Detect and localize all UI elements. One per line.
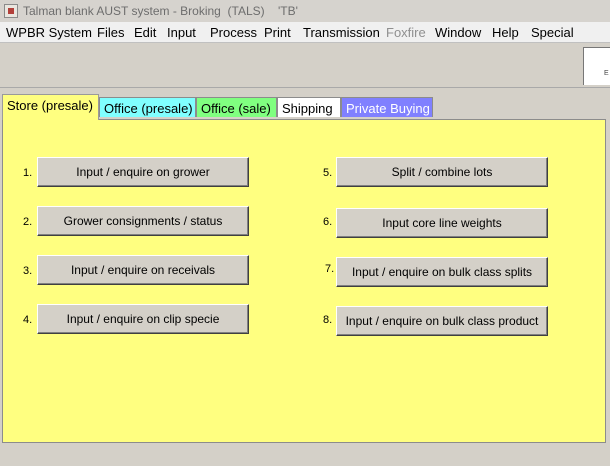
item-number: 5. <box>323 167 333 179</box>
item-number: 4. <box>23 314 33 326</box>
input-enquire-grower-button[interactable]: Input / enquire on grower <box>37 157 249 187</box>
input-enquire-receivals-button[interactable]: Input / enquire on receivals <box>37 255 249 285</box>
item-number: 3. <box>23 265 33 277</box>
menu-window[interactable]: Window <box>435 25 481 40</box>
tab-store-presale[interactable]: Store (presale) <box>2 94 99 120</box>
store-presale-panel: 1. Input / enquire on grower 2. Grower c… <box>2 119 606 443</box>
toolbar-panel: E <box>583 47 610 85</box>
item-number: 7. <box>325 263 335 275</box>
menu-special[interactable]: Special <box>531 25 574 40</box>
menu-process[interactable]: Process <box>210 25 257 40</box>
menu-input[interactable]: Input <box>167 25 196 40</box>
grower-consignments-status-button[interactable]: Grower consignments / status <box>37 206 249 236</box>
menu-foxfire: Foxfire <box>386 25 426 40</box>
input-core-line-weights-button[interactable]: Input core line weights <box>336 208 548 238</box>
menu-edit[interactable]: Edit <box>134 25 156 40</box>
toolbar: E <box>0 42 610 88</box>
input-enquire-clip-specie-button[interactable]: Input / enquire on clip specie <box>37 304 249 334</box>
tab-office-sale[interactable]: Office (sale) <box>196 97 277 117</box>
tab-strip: Store (presale) Office (presale) Office … <box>0 94 610 120</box>
menu-help[interactable]: Help <box>492 25 519 40</box>
window-title: Talman blank AUST system - Broking (TALS… <box>23 4 298 18</box>
input-enquire-bulk-class-product-button[interactable]: Input / enquire on bulk class product <box>336 306 548 336</box>
menu-wpbr-system[interactable]: WPBR System <box>6 25 92 40</box>
item-number: 2. <box>23 216 33 228</box>
menu-files[interactable]: Files <box>97 25 124 40</box>
toolbar-panel-text: E <box>604 70 609 77</box>
tab-office-presale[interactable]: Office (presale) <box>99 97 196 117</box>
title-bar: Talman blank AUST system - Broking (TALS… <box>0 0 610 22</box>
item-number: 1. <box>23 167 33 179</box>
menu-transmission[interactable]: Transmission <box>303 25 380 40</box>
menu-print[interactable]: Print <box>264 25 291 40</box>
app-icon <box>4 4 18 18</box>
item-number: 8. <box>323 314 333 326</box>
item-number: 6. <box>323 216 333 228</box>
input-enquire-bulk-class-splits-button[interactable]: Input / enquire on bulk class splits <box>336 257 548 287</box>
tab-private-buying[interactable]: Private Buying <box>341 97 433 117</box>
split-combine-lots-button[interactable]: Split / combine lots <box>336 157 548 187</box>
tab-shipping[interactable]: Shipping <box>277 97 341 117</box>
menu-bar: WPBR System Files Edit Input Process Pri… <box>0 22 610 42</box>
